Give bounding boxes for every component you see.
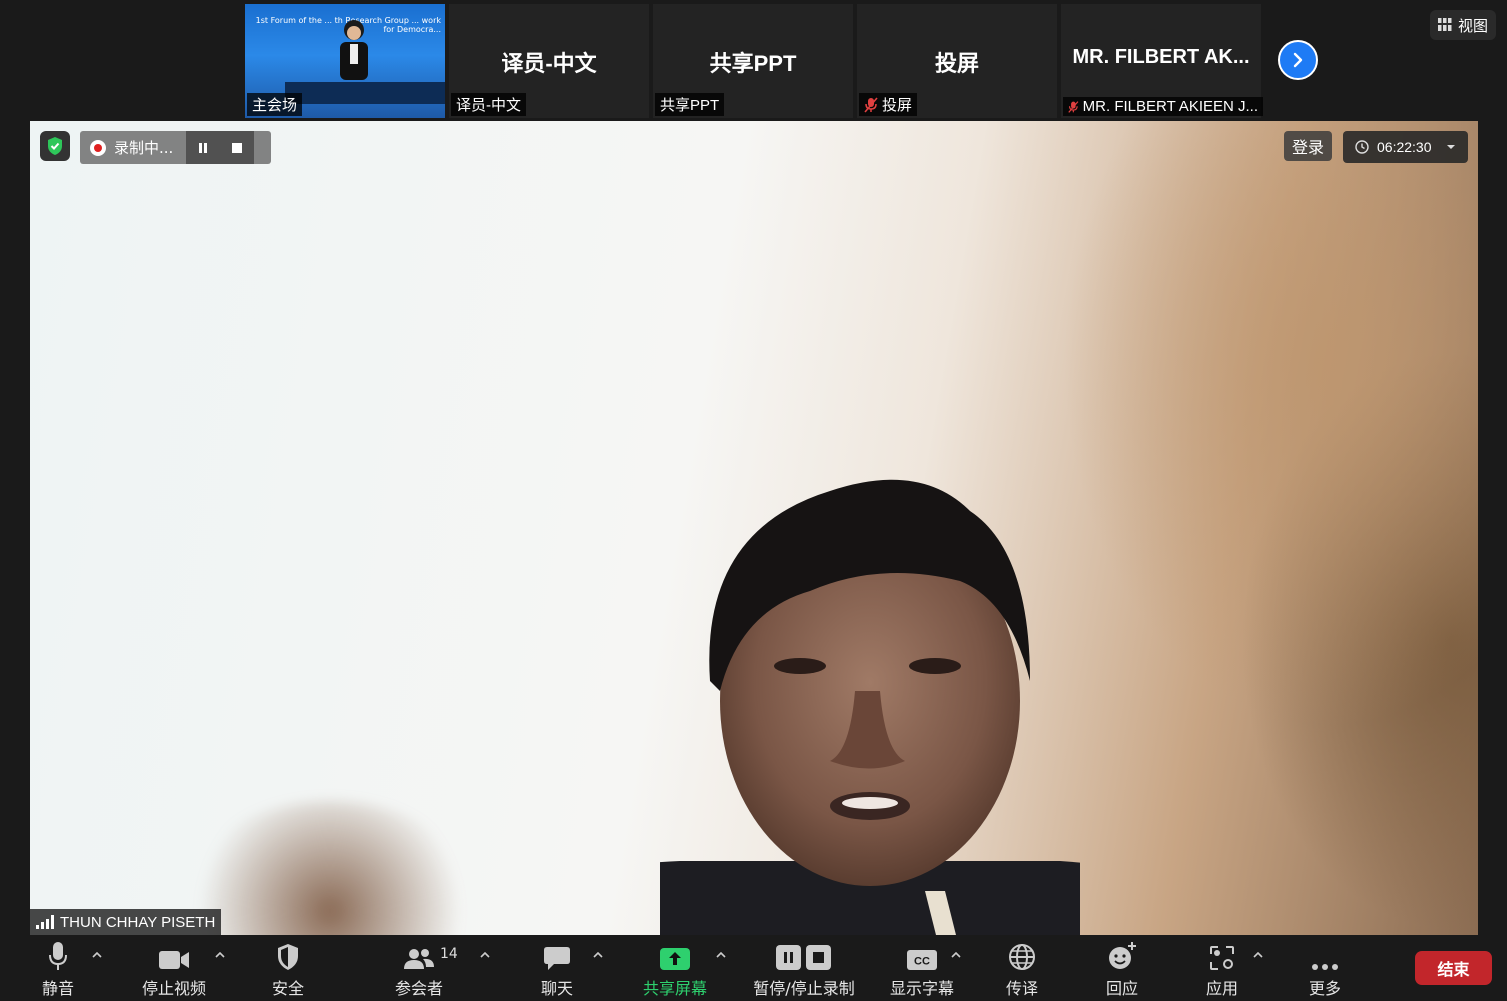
chevron-up-icon <box>593 952 603 958</box>
interpretation-button[interactable]: 传译 <box>998 935 1046 1001</box>
chevron-up-icon <box>92 952 102 958</box>
active-speaker-video: 录制中... 登录 06:22:30 THUN CHHAY PISETH <box>30 121 1478 935</box>
gallery-tile-filbert[interactable]: MR. FILBERT AK... MR. FILBERT AKIEEN J..… <box>1061 4 1263 118</box>
chevron-up-icon <box>480 952 490 958</box>
tile-caption: MR. FILBERT AKIEEN J... <box>1063 97 1263 116</box>
speaker-figure <box>660 479 1080 935</box>
timer-value: 06:22:30 <box>1377 139 1432 155</box>
chat-options-caret[interactable] <box>591 949 605 961</box>
shield-icon <box>278 944 298 970</box>
more-label: 更多 <box>1308 979 1341 998</box>
pause-stop-recording-button[interactable]: 暂停/停止录制 <box>750 935 858 1001</box>
pause-stop-recording-label: 暂停/停止录制 <box>753 979 855 998</box>
gallery-strip: 1st Forum of the ... th Research Group .… <box>0 0 1507 120</box>
mute-label: 静音 <box>41 979 74 998</box>
recording-indicator: 录制中... <box>80 131 271 164</box>
chevron-up-icon <box>716 952 726 958</box>
speaker-name: THUN CHHAY PISETH <box>60 913 216 931</box>
chat-bubble-icon <box>544 947 570 970</box>
recording-status: 录制中... <box>80 137 186 158</box>
apps-button[interactable]: 应用 <box>1198 935 1246 1001</box>
more-dots-icon <box>1312 964 1338 970</box>
svg-text:CC: CC <box>914 956 930 968</box>
security-label: 安全 <box>271 979 304 998</box>
gallery-tile-main-venue[interactable]: 1st Forum of the ... th Research Group .… <box>245 4 445 118</box>
apps-icon <box>1210 946 1234 970</box>
shield-check-icon <box>48 137 62 155</box>
closed-captions-icon: CC <box>907 950 937 970</box>
speaker-name-tag: THUN CHHAY PISETH <box>30 909 222 935</box>
stop-icon <box>232 142 242 153</box>
tile-caption: 投屏 <box>859 93 918 116</box>
end-meeting-button[interactable]: 结束 <box>1415 951 1492 985</box>
gallery-tile-interpreter[interactable]: 译员-中文 译员-中文 <box>449 4 649 118</box>
chevron-right-icon <box>1293 52 1303 68</box>
interpretation-label: 传译 <box>1005 979 1038 998</box>
pause-recording-button[interactable] <box>186 131 220 164</box>
signal-strength-icon <box>36 915 54 929</box>
stop-recording-button[interactable] <box>220 131 254 164</box>
login-button[interactable]: 登录 <box>1284 131 1332 161</box>
stop-video-button[interactable]: 停止视频 <box>136 935 212 1001</box>
grid-view-icon <box>1437 18 1452 31</box>
participants-button[interactable]: 参会者 <box>392 935 446 1001</box>
participants-label: 参会者 <box>394 979 443 998</box>
apps-options-caret[interactable] <box>1251 949 1265 961</box>
participants-icon <box>404 949 434 969</box>
globe-icon <box>1009 944 1035 970</box>
video-options-caret[interactable] <box>213 949 227 961</box>
gallery-tile-projection[interactable]: 投屏 投屏 <box>857 4 1057 118</box>
audio-options-caret[interactable] <box>90 949 104 961</box>
reactions-button[interactable]: 回应 <box>1098 935 1146 1001</box>
captions-options-caret[interactable] <box>949 949 963 961</box>
view-label: 视图 <box>1457 16 1488 35</box>
meeting-toolbar: 静音 停止视频 安全 参会者 14 聊天 共享屏幕 暂停/停止录制 CC 显示字… <box>0 935 1507 1001</box>
security-button[interactable]: 安全 <box>264 935 312 1001</box>
more-button[interactable]: 更多 <box>1301 935 1349 1001</box>
tile-caption: 主会场 <box>247 93 303 116</box>
tile-caption: 译员-中文 <box>451 93 526 116</box>
recording-controls-icon <box>776 945 831 970</box>
recording-label: 录制中... <box>114 139 174 157</box>
share-screen-icon <box>660 948 690 970</box>
chat-label: 聊天 <box>540 979 573 998</box>
tile-name: 投屏 <box>934 51 979 76</box>
blurred-foreground <box>180 801 480 935</box>
mic-muted-icon <box>864 96 878 113</box>
apps-label: 应用 <box>1205 979 1238 998</box>
chat-button[interactable]: 聊天 <box>533 935 581 1001</box>
gallery-tile-share-ppt[interactable]: 共享PPT 共享PPT <box>653 4 853 118</box>
reactions-label: 回应 <box>1105 979 1138 998</box>
share-screen-label: 共享屏幕 <box>642 979 707 998</box>
chevron-up-icon <box>215 952 225 958</box>
share-options-caret[interactable] <box>714 949 728 961</box>
podium-desk <box>285 82 445 104</box>
emoji-add-icon <box>1109 942 1136 969</box>
chevron-down-icon <box>1446 145 1455 149</box>
stop-video-label: 停止视频 <box>141 979 206 998</box>
meeting-timer[interactable]: 06:22:30 <box>1343 131 1468 163</box>
record-icon <box>90 139 106 156</box>
mic-muted-icon <box>1068 100 1079 113</box>
chevron-up-icon <box>1253 952 1263 958</box>
microphone-icon <box>49 942 67 970</box>
captions-label: 显示字幕 <box>889 979 954 998</box>
tile-name: 译员-中文 <box>501 51 597 76</box>
participant-count: 14 <box>440 946 458 962</box>
share-screen-button[interactable]: 共享屏幕 <box>636 935 714 1001</box>
clock-icon <box>1355 140 1369 154</box>
security-shield-icon[interactable] <box>40 131 70 161</box>
participants-options-caret[interactable] <box>478 949 492 961</box>
pause-icon <box>199 142 207 153</box>
captions-button[interactable]: CC 显示字幕 <box>884 935 960 1001</box>
tile-caption: 共享PPT <box>655 93 725 116</box>
view-button[interactable]: 视图 <box>1430 10 1496 40</box>
mute-button[interactable]: 静音 <box>34 935 82 1001</box>
video-camera-icon <box>159 951 189 969</box>
tile-name: MR. FILBERT AK... <box>1072 46 1250 68</box>
tile-name: 共享PPT <box>709 51 797 76</box>
chevron-up-icon <box>951 952 961 958</box>
presenter-figure <box>340 20 368 80</box>
next-page-button[interactable] <box>1278 40 1318 80</box>
